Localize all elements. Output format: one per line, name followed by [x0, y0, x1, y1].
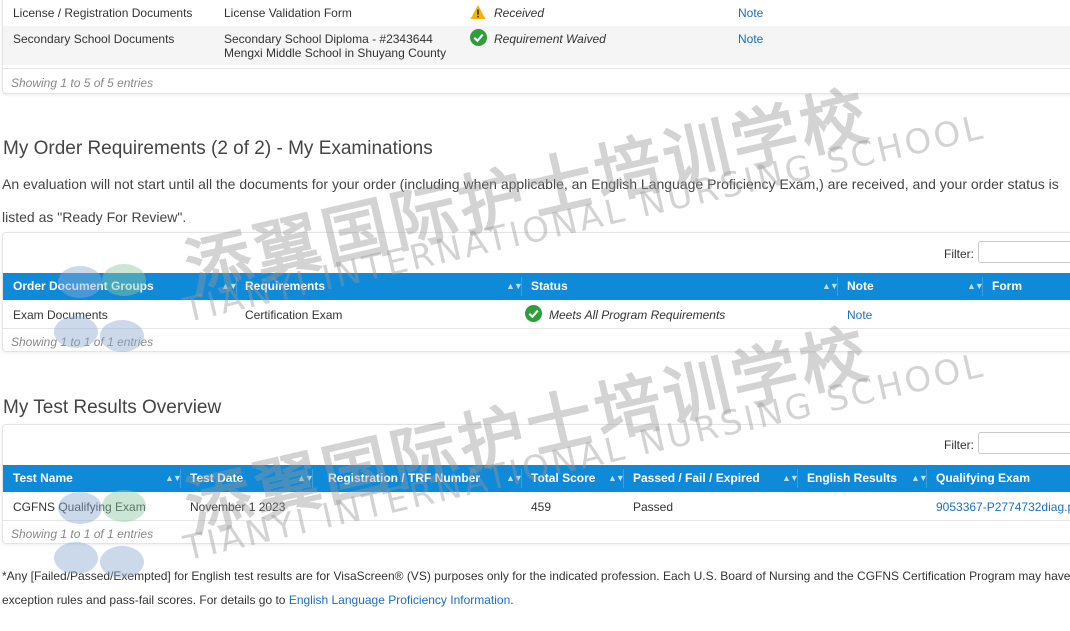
exam-section-title: My Order Requirements (2 of 2) - My Exam… [3, 138, 433, 159]
note-link[interactable]: Note [738, 6, 763, 20]
group-cell: License / Registration Documents [13, 6, 193, 20]
requirement-cell-line2: Mengxi Middle School in Shuyang County [224, 46, 447, 60]
english-proficiency-link[interactable]: English Language Proficiency Information [289, 593, 510, 607]
status-text: Requirement Waived [494, 32, 606, 46]
result-cell: Passed [633, 500, 674, 514]
column-header-form[interactable]: Form [992, 273, 1022, 300]
diagnostic-link[interactable]: 9053367-P2774732diag.pdf [936, 500, 1070, 514]
sort-icon[interactable]: ▲▼ [911, 465, 928, 492]
results-section-title: My Test Results Overview [3, 397, 222, 418]
column-header-note[interactable]: Note [847, 273, 874, 300]
exam-table-panel: Filter: Order Document Groups ▲▼ Require… [2, 232, 1070, 352]
column-header-requirements[interactable]: Requirements [245, 273, 325, 300]
total-score-cell: 459 [531, 500, 552, 514]
table-row: Secondary School Documents Secondary Sch… [3, 26, 1070, 65]
requirement-cell: Secondary School Diploma - #2343644 [224, 32, 433, 46]
check-circle-icon [470, 29, 487, 46]
table-header: Order Document Groups ▲▼ Requirements ▲▼… [3, 273, 1070, 300]
test-name-cell: CGFNS Qualifying Exam [13, 500, 146, 514]
filter-label: Filter: [944, 247, 974, 261]
group-cell: Secondary School Documents [13, 32, 175, 46]
sort-icon[interactable]: ▲▼ [297, 465, 314, 492]
sort-icon[interactable]: ▲▼ [506, 465, 523, 492]
table-row: CGFNS Qualifying Exam November 1 2023 45… [3, 492, 1070, 520]
footnote-line1: *Any [Failed/Passed/Exempted] for Englis… [2, 569, 1070, 583]
footnote-text: exception rules and pass-fail scores. Fo… [2, 593, 289, 607]
table-footer: Showing 1 to 1 of 1 entries [11, 527, 154, 541]
status-text: Received [494, 6, 545, 20]
check-circle-icon [525, 305, 542, 322]
exam-description-line1: An evaluation will not start until all t… [2, 176, 1059, 192]
table-footer: Showing 1 to 5 of 5 entries [11, 76, 154, 90]
column-header-total-score[interactable]: Total Score [531, 465, 595, 492]
filter-input[interactable] [978, 241, 1070, 263]
table-footer: Showing 1 to 1 of 1 entries [11, 335, 154, 349]
column-header-test-date[interactable]: Test Date [190, 465, 243, 492]
exam-description-line2: listed as "Ready For Review". [2, 209, 187, 225]
column-header-test-name[interactable]: Test Name [13, 465, 73, 492]
warning-icon [470, 4, 486, 20]
test-date-cell: November 1 2023 [190, 500, 286, 514]
column-header-status[interactable]: Status [531, 273, 568, 300]
footnote-line2: exception rules and pass-fail scores. Fo… [2, 593, 514, 607]
group-cell: Exam Documents [13, 308, 108, 322]
column-header-result[interactable]: Passed / Fail / Expired [633, 465, 760, 492]
sort-icon[interactable]: ▲▼ [967, 273, 984, 300]
column-header-groups[interactable]: Order Document Groups [13, 273, 154, 300]
column-header-registration[interactable]: Registration / TRF Number [328, 465, 480, 492]
sort-icon[interactable]: ▲▼ [165, 465, 182, 492]
filter-input[interactable] [978, 432, 1070, 454]
status-text: Meets All Program Requirements [549, 308, 726, 322]
table-row: Exam Documents Certification Exam Meets … [3, 300, 1070, 328]
results-table-panel: Filter: Test Name ▲▼ Test Date ▲▼ Regist… [2, 424, 1070, 544]
documents-table-panel: License / Registration Documents License… [2, 0, 1070, 94]
note-link[interactable]: Note [847, 308, 872, 322]
note-link[interactable]: Note [738, 32, 763, 46]
column-header-english[interactable]: English Results [807, 465, 897, 492]
requirement-cell: Certification Exam [245, 308, 343, 322]
sort-icon[interactable]: ▲▼ [822, 273, 839, 300]
table-header: Test Name ▲▼ Test Date ▲▼ Registration /… [3, 465, 1070, 512]
sort-icon[interactable]: ▲▼ [506, 273, 523, 300]
table-row: License / Registration Documents License… [3, 1, 1070, 26]
sort-icon[interactable]: ▲▼ [782, 465, 799, 492]
sort-icon[interactable]: ▲▼ [221, 273, 238, 300]
sort-icon[interactable]: ▲▼ [608, 465, 625, 492]
filter-label: Filter: [944, 438, 974, 452]
footnote-period: . [510, 593, 514, 607]
requirement-cell: License Validation Form [224, 6, 352, 20]
